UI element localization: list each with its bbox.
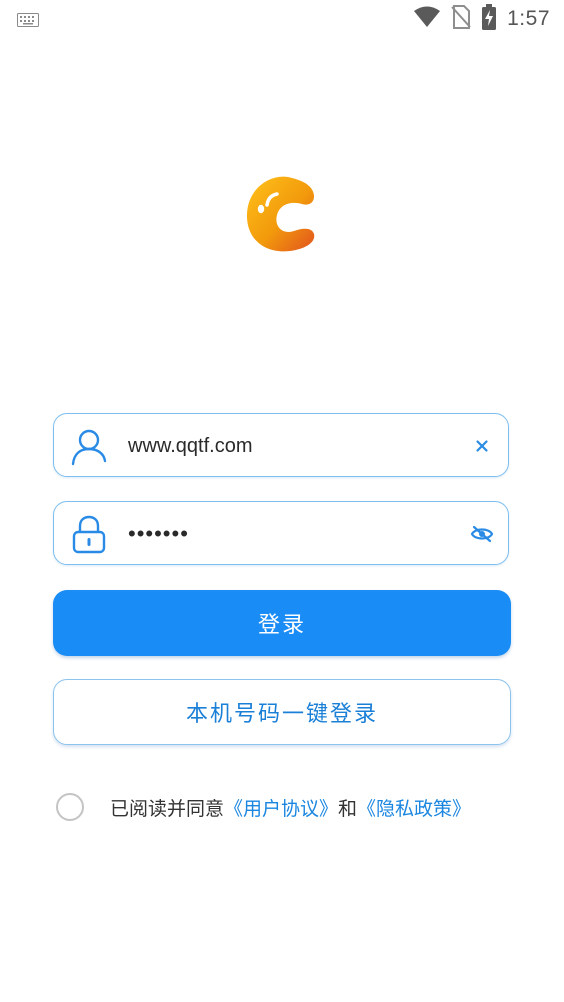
login-button[interactable]: 登录: [53, 590, 511, 656]
battery-charging-icon: [481, 4, 497, 34]
privacy-policy-link[interactable]: 《隐私政策》: [357, 798, 471, 820]
status-bar: 1:57: [0, 0, 564, 38]
keyboard-icon: [17, 12, 39, 31]
status-right: 1:57: [413, 4, 550, 34]
password-field[interactable]: [53, 501, 509, 565]
agreement-row: 已阅读并同意《用户协议》和《隐私政策》: [56, 790, 471, 824]
login-screen: 1:57 www.qqtf.com ••••••• 登录 本机号码一键登录 已阅…: [0, 0, 564, 1002]
account-field[interactable]: [53, 413, 509, 477]
user-agreement-link[interactable]: 《用户协议》: [224, 798, 338, 820]
app-logo-icon: [244, 174, 318, 254]
no-sim-icon: [451, 5, 471, 33]
user-icon: [68, 426, 108, 466]
account-input[interactable]: [128, 426, 458, 466]
eye-off-icon[interactable]: [470, 522, 494, 546]
agreement-prefix: 已阅读并同意: [110, 797, 225, 820]
status-time: 1:57: [507, 7, 550, 30]
lock-icon: [68, 514, 108, 554]
clear-icon[interactable]: [470, 434, 494, 458]
agreement-connector: 和: [338, 797, 358, 820]
onekey-login-button[interactable]: 本机号码一键登录: [53, 679, 511, 745]
wifi-icon: [413, 6, 441, 32]
password-input[interactable]: [128, 514, 458, 554]
agreement-text: 已阅读并同意《用户协议》和《隐私政策》: [110, 794, 471, 821]
agree-checkbox[interactable]: [56, 793, 84, 821]
